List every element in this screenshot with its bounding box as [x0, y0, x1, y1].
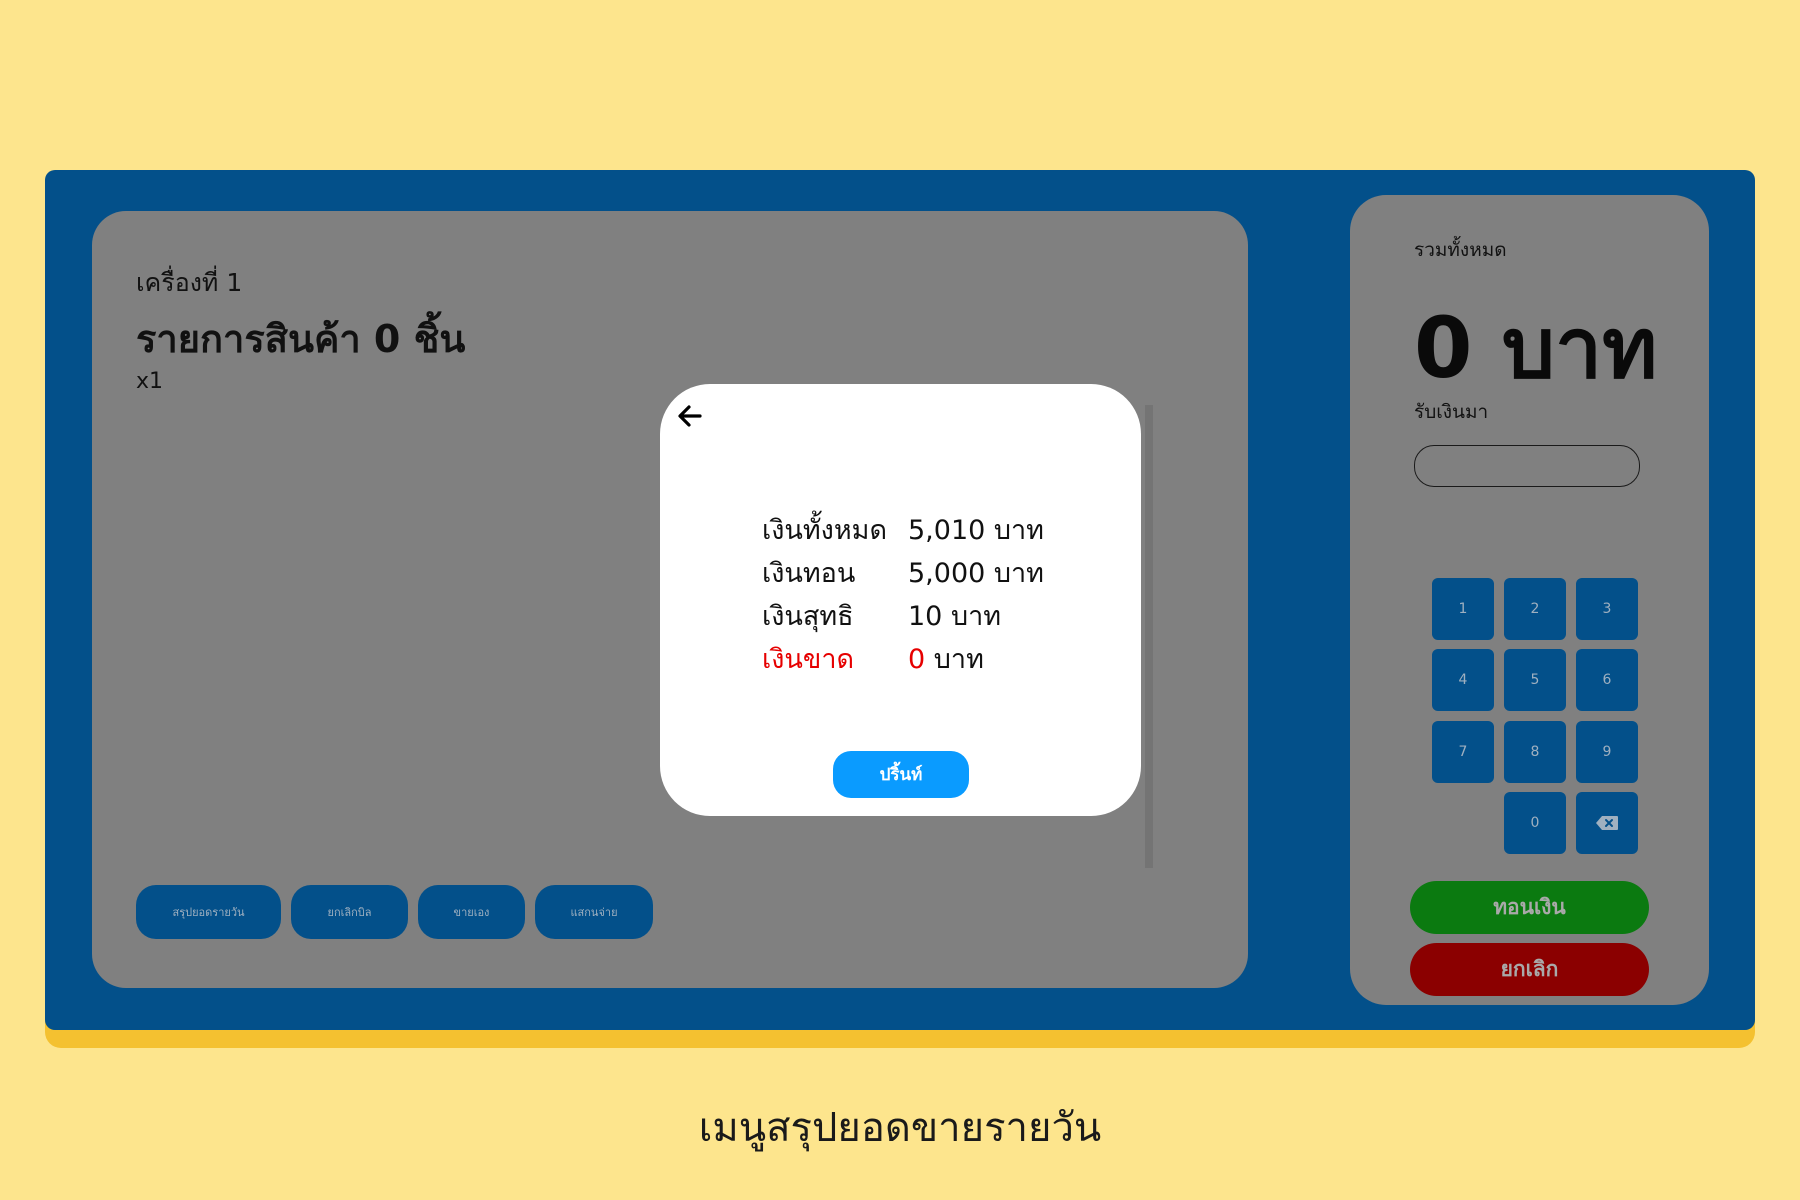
summary-row-net: เงินสุทธิ 10 บาท [762, 594, 1044, 637]
summary-value: 10 บาท [908, 601, 1002, 632]
total-value: 0 บาท [1414, 299, 1658, 397]
items-title: รายการสินค้า 0 ชิ้น [136, 317, 466, 361]
numeric-keypad: 1 2 3 4 5 6 7 8 9 0 [1432, 578, 1638, 854]
daily-summary-modal: เงินทั้งหมด 5,010 บาท เงินทอน 5,000 บาท … [660, 384, 1141, 816]
machine-label: เครื่องที่ 1 [136, 268, 243, 297]
daily-summary-button[interactable]: สรุปยอดรายวัน [136, 885, 281, 939]
cancel-button[interactable]: ยกเลิก [1410, 943, 1649, 996]
summary-value: 5,000 บาท [908, 558, 1044, 589]
key-5[interactable]: 5 [1504, 649, 1566, 711]
summary-table: เงินทั้งหมด 5,010 บาท เงินทอน 5,000 บาท … [762, 508, 1044, 680]
quantity-multiplier: x1 [136, 369, 164, 394]
shortage-amount: 0 [908, 644, 926, 675]
key-7[interactable]: 7 [1432, 721, 1494, 783]
backspace-icon [1596, 816, 1618, 830]
shortage-unit: บาท [933, 644, 984, 675]
key-8[interactable]: 8 [1504, 721, 1566, 783]
key-6[interactable]: 6 [1576, 649, 1638, 711]
key-3[interactable]: 3 [1576, 578, 1638, 640]
manual-sale-button[interactable]: ขายเอง [418, 885, 525, 939]
summary-label: เงินทั้งหมด [762, 515, 887, 546]
key-2[interactable]: 2 [1504, 578, 1566, 640]
summary-label: เงินสุทธิ [762, 601, 854, 632]
backspace-key[interactable] [1576, 792, 1638, 854]
scrollbar[interactable] [1145, 405, 1153, 868]
summary-label: เงินทอน [762, 558, 856, 589]
key-9[interactable]: 9 [1576, 721, 1638, 783]
summary-value: 0 บาท [908, 637, 984, 680]
summary-label: เงินขาด [762, 644, 855, 675]
received-label: รับเงินมา [1414, 401, 1489, 423]
cancel-bill-button[interactable]: ยกเลิกบิล [291, 885, 408, 939]
received-amount-input[interactable] [1414, 445, 1640, 487]
summary-row-total: เงินทั้งหมด 5,010 บาท [762, 508, 1044, 551]
payment-panel: รวมทั้งหมด 0 บาท รับเงินมา 1 2 3 4 5 6 7… [1350, 195, 1709, 1005]
arrow-left-icon[interactable] [676, 402, 704, 430]
print-button[interactable]: ปริ้นท์ [833, 751, 969, 798]
total-label: รวมทั้งหมด [1414, 239, 1507, 261]
change-button[interactable]: ทอนเงิน [1410, 881, 1649, 934]
key-0[interactable]: 0 [1504, 792, 1566, 854]
action-row: สรุปยอดรายวัน ยกเลิกบิล ขายเอง แสกนจ่าย [136, 885, 653, 939]
summary-value: 5,010 บาท [908, 515, 1044, 546]
page-caption: เมนูสรุปยอดขายรายวัน [698, 1105, 1102, 1151]
summary-row-shortage: เงินขาด 0 บาท [762, 637, 1044, 680]
key-4[interactable]: 4 [1432, 649, 1494, 711]
summary-row-change: เงินทอน 5,000 บาท [762, 551, 1044, 594]
scan-pay-button[interactable]: แสกนจ่าย [535, 885, 653, 939]
key-1[interactable]: 1 [1432, 578, 1494, 640]
